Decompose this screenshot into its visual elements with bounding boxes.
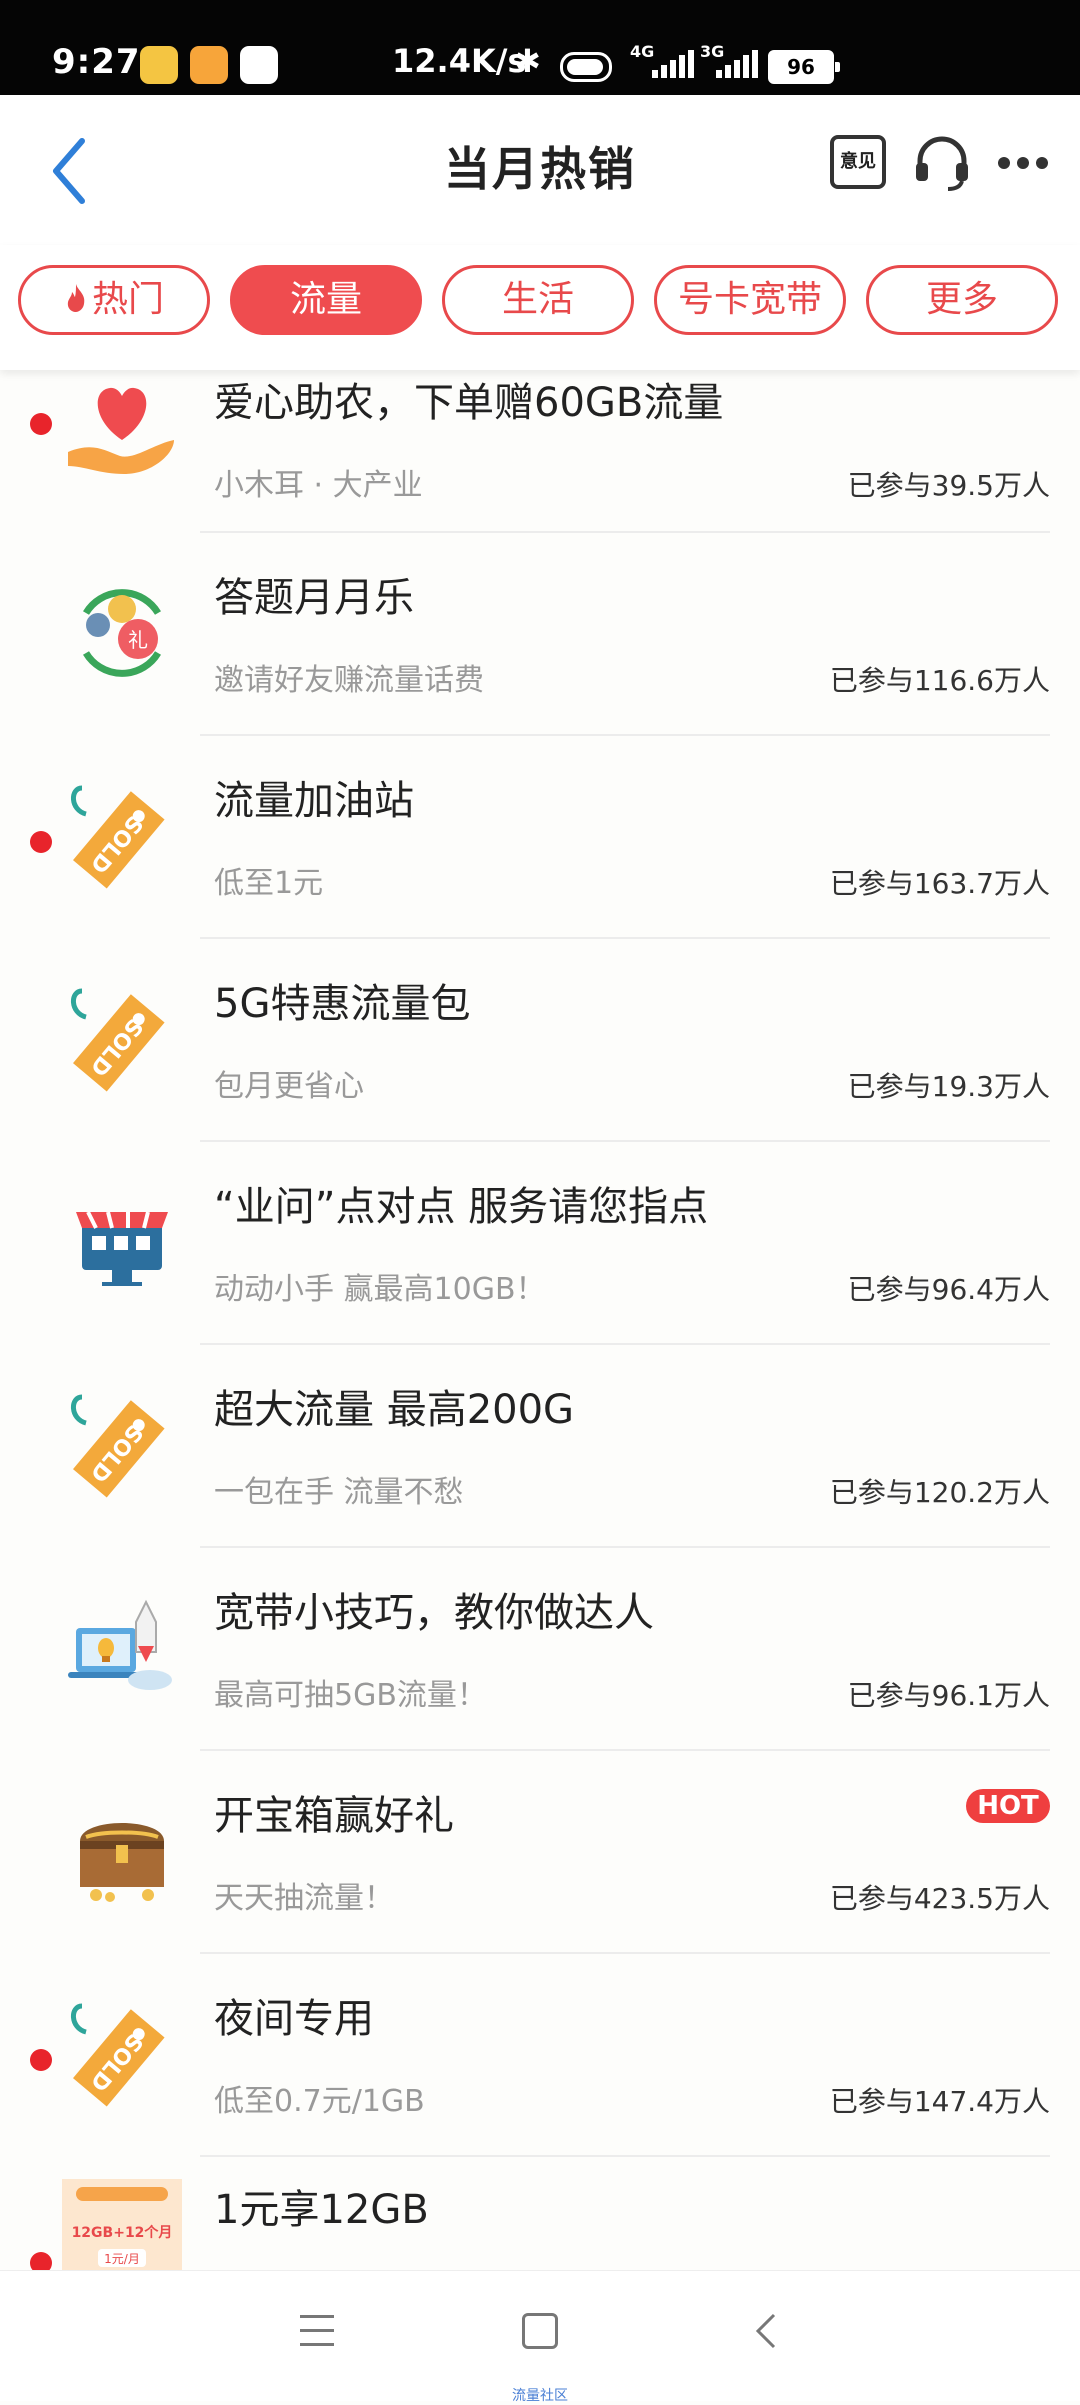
more-options-icon[interactable] xyxy=(998,157,1048,171)
unread-dot xyxy=(30,413,52,435)
participant-count: 已参与19.3万人 xyxy=(847,1070,1050,1103)
participant-count: 已参与147.4万人 xyxy=(829,2085,1050,2118)
tab-hot[interactable]: 热门 xyxy=(18,265,210,335)
unread-dot xyxy=(30,831,52,853)
tab-data[interactable]: 流量 xyxy=(230,265,422,335)
list-item[interactable]: SOLD 流量加油站 低至1元 已参与163.7万人 xyxy=(0,736,1080,939)
item-subtitle: 低至1元 xyxy=(214,866,324,901)
item-subtitle: 一包在手 流量不愁 xyxy=(214,1475,464,1510)
participant-count: 已参与120.2万人 xyxy=(829,1476,1050,1509)
sold-tag-icon: SOLD xyxy=(71,785,165,889)
signal-bars-icon xyxy=(716,50,758,78)
flame-icon xyxy=(67,284,85,312)
home-icon[interactable] xyxy=(522,2313,558,2349)
participant-count: 已参与423.5万人 xyxy=(829,1882,1050,1915)
list-item[interactable]: SOLD 5G特惠流量包 包月更省心 已参与19.3万人 xyxy=(0,939,1080,1142)
notification-app-icon xyxy=(190,46,228,84)
promo-card-text: 1元/月 xyxy=(104,2252,140,2266)
sold-tag-icon: SOLD xyxy=(71,2003,165,2107)
item-title: 流量加油站 xyxy=(214,778,414,824)
tab-label: 号卡宽带 xyxy=(677,279,822,320)
tab-label: 流量 xyxy=(289,279,362,320)
list-item[interactable]: 开宝箱赢好礼 HOT 天天抽流量！ 已参与423.5万人 xyxy=(0,1751,1080,1954)
vpn-toggle-icon xyxy=(560,52,612,82)
item-title: 5G特惠流量包 xyxy=(214,981,471,1027)
treasure-chest-icon xyxy=(80,1823,164,1902)
community-label[interactable]: 流量社区 xyxy=(0,2385,1080,2405)
signal-bars-icon xyxy=(652,50,694,78)
menu-icon[interactable] xyxy=(300,2315,334,2347)
tab-sim-broadband[interactable]: 号卡宽带 xyxy=(654,265,846,335)
tab-life[interactable]: 生活 xyxy=(442,265,634,335)
list-item[interactable]: SOLD 超大流量 最高200G 一包在手 流量不愁 已参与120.2万人 xyxy=(0,1345,1080,1548)
list-item[interactable]: 礼 答题月月乐 邀请好友赚流量话费 已参与116.6万人 xyxy=(0,533,1080,736)
signal-type-label: 4G xyxy=(630,42,655,61)
tab-label: 更多 xyxy=(925,279,998,320)
nav-back-icon[interactable] xyxy=(752,2311,782,2351)
item-subtitle: 邀请好友赚流量话费 xyxy=(214,663,484,698)
network-speed: 12.4K/s xyxy=(392,42,527,80)
list-item[interactable]: 12GB+12个月 1元/月 1元享12GB xyxy=(0,2157,1080,2270)
participant-count: 已参与116.6万人 xyxy=(829,664,1050,697)
svg-text:礼: 礼 xyxy=(128,628,148,652)
heart-hand-icon xyxy=(68,387,174,474)
item-title: “业问”点对点 服务请您指点 xyxy=(214,1184,709,1230)
notification-app-icon xyxy=(240,46,278,84)
customer-service-icon[interactable] xyxy=(912,133,972,193)
system-nav-bar: 流量社区 xyxy=(0,2270,1080,2404)
item-subtitle: 小木耳 · 大产业 xyxy=(214,468,423,503)
list-item[interactable]: SOLD 夜间专用 低至0.7元/1GB 已参与147.4万人 xyxy=(0,1954,1080,2157)
item-title: 超大流量 最高200G xyxy=(214,1387,575,1433)
unread-dot xyxy=(30,2049,52,2071)
list-item[interactable]: 宽带小技巧，教你做达人 最高可抽5GB流量！ 已参与96.1万人 xyxy=(0,1548,1080,1751)
promo-list: 爱心助农，下单赠60GB流量 小木耳 · 大产业 已参与39.5万人 礼 答题月… xyxy=(0,370,1080,2270)
unread-dot xyxy=(30,2252,52,2270)
header: 当月热销 意见 xyxy=(0,95,1080,245)
participant-count: 已参与96.1万人 xyxy=(847,1679,1050,1712)
list-item[interactable]: “业问”点对点 服务请您指点 动动小手 赢最高10GB！ 已参与96.4万人 xyxy=(0,1142,1080,1345)
status-time: 9:27 xyxy=(52,42,141,82)
tab-label: 热门 xyxy=(91,279,164,320)
item-title: 夜间专用 xyxy=(214,1996,374,2042)
list-item[interactable]: 爱心助农，下单赠60GB流量 小木耳 · 大产业 已参与39.5万人 xyxy=(0,370,1080,533)
item-title: 开宝箱赢好礼 xyxy=(214,1793,454,1839)
tab-more[interactable]: 更多 xyxy=(866,265,1058,335)
status-bar: 9:27 12.4K/s ✱ 4G 3G 96 xyxy=(0,0,1080,95)
shop-icon xyxy=(76,1211,168,1286)
bluetooth-icon: ✱ xyxy=(514,42,541,80)
tab-label: 生活 xyxy=(501,279,574,320)
item-title: 1元享12GB xyxy=(214,2187,429,2233)
category-tabs: 热门 流量 生活 号卡宽带 更多 xyxy=(0,245,1080,370)
item-subtitle: 动动小手 赢最高10GB！ xyxy=(214,1272,546,1307)
gift-cycle-icon: 礼 xyxy=(83,589,161,677)
feedback-button[interactable]: 意见 xyxy=(830,135,886,189)
item-title: 爱心助农，下单赠60GB流量 xyxy=(214,380,724,426)
laptop-rocket-icon xyxy=(68,1599,172,1690)
battery-icon: 96 xyxy=(768,50,840,84)
promo-card-icon: 12GB+12个月 1元/月 xyxy=(62,2179,182,2270)
participant-count: 已参与96.4万人 xyxy=(847,1273,1050,1306)
item-subtitle: 低至0.7元/1GB xyxy=(214,2084,425,2119)
item-subtitle: 最高可抽5GB流量！ xyxy=(214,1678,487,1713)
notification-app-icon xyxy=(140,46,178,84)
participant-count: 已参与163.7万人 xyxy=(829,867,1050,900)
item-subtitle: 包月更省心 xyxy=(214,1069,364,1104)
sold-tag-icon: SOLD xyxy=(71,1394,165,1498)
item-title: 答题月月乐 xyxy=(214,575,414,621)
hot-badge: HOT xyxy=(966,1789,1050,1823)
item-title: 宽带小技巧，教你做达人 xyxy=(214,1590,654,1636)
sold-tag-icon: SOLD xyxy=(71,988,165,1092)
participant-count: 已参与39.5万人 xyxy=(847,469,1050,502)
promo-card-text: 12GB+12个月 xyxy=(72,2224,173,2241)
item-subtitle: 天天抽流量！ xyxy=(214,1881,394,1916)
